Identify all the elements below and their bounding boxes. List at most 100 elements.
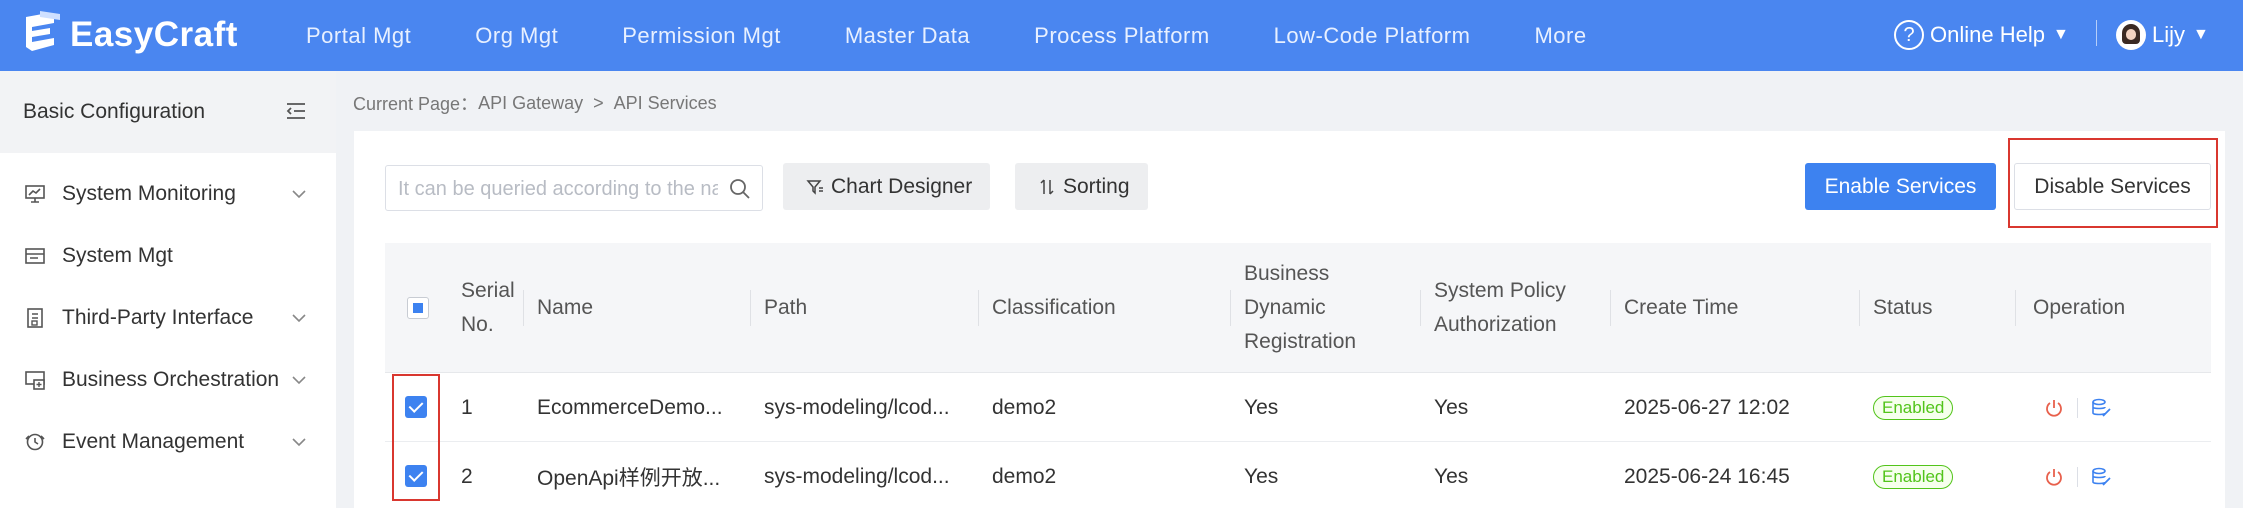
user-menu[interactable]: Lijy ▼ — [2116, 14, 2209, 56]
sidebar-item-label: Business Orchestration — [62, 368, 280, 391]
col-business-dynamic-registration: Business Dynamic Registration — [1244, 243, 1356, 373]
filter-icon — [805, 177, 825, 197]
cell-operation — [2043, 442, 2112, 508]
header-divider — [2096, 20, 2097, 46]
disable-services-button[interactable]: Disable Services — [2014, 163, 2211, 210]
col-classification: Classification — [992, 296, 1116, 319]
sidebar-item-event-management[interactable]: Event Management — [0, 411, 336, 473]
col-system-policy-authorization: System Policy Authorization — [1434, 243, 1566, 373]
cell-business-dynamic-registration: Yes — [1244, 464, 1279, 488]
orchestration-icon — [23, 368, 47, 392]
row-checkbox[interactable] — [405, 465, 427, 487]
select-all-checkbox[interactable] — [407, 297, 429, 319]
window-icon — [23, 244, 47, 268]
col-name: Name — [537, 296, 594, 319]
table-header: Serial No. Name Path Classification Busin… — [385, 243, 2211, 373]
table-row[interactable]: 1 EcommerceDemo... sys-modeling/lcod... … — [385, 373, 2211, 442]
row-checkbox[interactable] — [405, 396, 427, 418]
cell-classification: demo2 — [992, 464, 1057, 488]
enable-services-button[interactable]: Enable Services — [1805, 163, 1996, 210]
collapse-menu-icon[interactable] — [284, 99, 308, 123]
search-box — [385, 165, 763, 211]
chevron-down-icon — [292, 438, 306, 447]
col-operation: Operation — [2033, 296, 2126, 319]
breadcrumb: Current Page： API Gateway > API Services — [353, 88, 717, 118]
monitor-icon — [23, 182, 47, 206]
search-icon[interactable] — [728, 177, 752, 201]
sidebar-item-third-party-interface[interactable]: Third-Party Interface — [0, 287, 336, 349]
power-icon[interactable] — [2043, 397, 2065, 419]
sidebar-item-system-monitoring[interactable]: System Monitoring — [0, 163, 336, 225]
cell-status: Enabled — [1873, 442, 1954, 508]
table-row[interactable]: 2 OpenApi样例开放... sys-modeling/lcod... de… — [385, 442, 2211, 508]
nav-master-data[interactable]: Master Data — [845, 23, 970, 49]
col-path: Path — [764, 296, 808, 319]
cell-business-dynamic-registration: Yes — [1244, 395, 1279, 419]
chevron-down-icon — [292, 376, 306, 385]
cell-system-policy-authorization: Yes — [1434, 395, 1469, 419]
nav-permission-mgt[interactable]: Permission Mgt — [622, 23, 781, 49]
operation-divider — [2077, 466, 2078, 487]
col-bdr-line3: Registration — [1244, 330, 1357, 353]
sidebar-item-label: Third-Party Interface — [62, 306, 254, 329]
column-divider — [1230, 290, 1231, 326]
chevron-down-icon — [292, 190, 306, 199]
sidebar-header: Basic Configuration — [0, 71, 336, 153]
edit-document-icon[interactable] — [2090, 466, 2112, 488]
breadcrumb-separator: > — [593, 92, 604, 113]
sidebar-title: Basic Configuration — [23, 100, 206, 123]
status-badge: Enabled — [1873, 395, 1954, 420]
sidebar-item-label: System Monitoring — [62, 182, 236, 205]
cell-system-policy-authorization: Yes — [1434, 464, 1469, 488]
sidebar-item-label: System Mgt — [62, 244, 173, 267]
nav-portal-mgt[interactable]: Portal Mgt — [306, 23, 411, 49]
breadcrumb-prefix: Current Page： — [353, 94, 479, 114]
sidebar-item-system-mgt[interactable]: System Mgt — [0, 225, 336, 287]
avatar — [2116, 20, 2146, 50]
col-serial-no: Serial No. — [461, 243, 515, 373]
sorting-button[interactable]: Sorting — [1015, 163, 1148, 210]
main-nav: Portal Mgt Org Mgt Permission Mgt Master… — [306, 0, 1651, 71]
sidebar-item-business-orchestration[interactable]: Business Orchestration — [0, 349, 336, 411]
chart-designer-label: Chart Designer — [831, 174, 973, 198]
col-spa-line2: Authorization — [1434, 313, 1557, 336]
sorting-label: Sorting — [1063, 174, 1130, 198]
chart-designer-button[interactable]: Chart Designer — [783, 163, 991, 210]
cell-path: sys-modeling/lcod... — [764, 395, 950, 419]
event-icon — [23, 430, 47, 454]
top-navigation-bar: EasyCraft Portal Mgt Org Mgt Permission … — [0, 0, 2243, 71]
col-serial-no-line1: Serial — [461, 279, 515, 302]
user-name: Lijy — [2152, 22, 2186, 47]
column-divider — [2015, 290, 2016, 326]
cell-name: EcommerceDemo... — [537, 395, 723, 419]
question-circle-icon: ? — [1894, 20, 1924, 50]
interface-icon — [23, 306, 47, 330]
column-divider — [1859, 290, 1860, 326]
col-serial-no-line2: No. — [461, 313, 494, 336]
column-divider — [523, 290, 524, 326]
cell-status: Enabled — [1873, 373, 1954, 442]
sidebar-item-label: Event Management — [62, 430, 245, 453]
online-help-label: Online Help — [1930, 22, 2045, 47]
sort-icon — [1037, 177, 1057, 197]
app-name: EasyCraft — [70, 15, 238, 54]
nav-more[interactable]: More — [1534, 23, 1586, 49]
status-badge: Enabled — [1873, 464, 1954, 489]
column-divider — [750, 290, 751, 326]
search-input[interactable] — [398, 175, 718, 203]
nav-low-code-platform[interactable]: Low-Code Platform — [1274, 23, 1471, 49]
power-icon[interactable] — [2043, 466, 2065, 488]
edit-document-icon[interactable] — [2090, 397, 2112, 419]
col-bdr-line2: Dynamic — [1244, 296, 1326, 319]
cell-create-time: 2025-06-27 12:02 — [1624, 395, 1790, 419]
chevron-down-icon — [292, 314, 306, 323]
online-help-menu[interactable]: ? Online Help ▼ — [1894, 16, 2069, 54]
breadcrumb-item-api-services: API Services — [613, 92, 717, 113]
breadcrumb-item-api-gateway[interactable]: API Gateway — [478, 93, 583, 114]
col-create-time: Create Time — [1624, 296, 1739, 319]
nav-process-platform[interactable]: Process Platform — [1034, 23, 1210, 49]
column-divider — [1610, 290, 1611, 326]
nav-org-mgt[interactable]: Org Mgt — [475, 23, 558, 49]
column-divider — [978, 290, 979, 326]
app-logo[interactable]: EasyCraft — [20, 6, 238, 64]
